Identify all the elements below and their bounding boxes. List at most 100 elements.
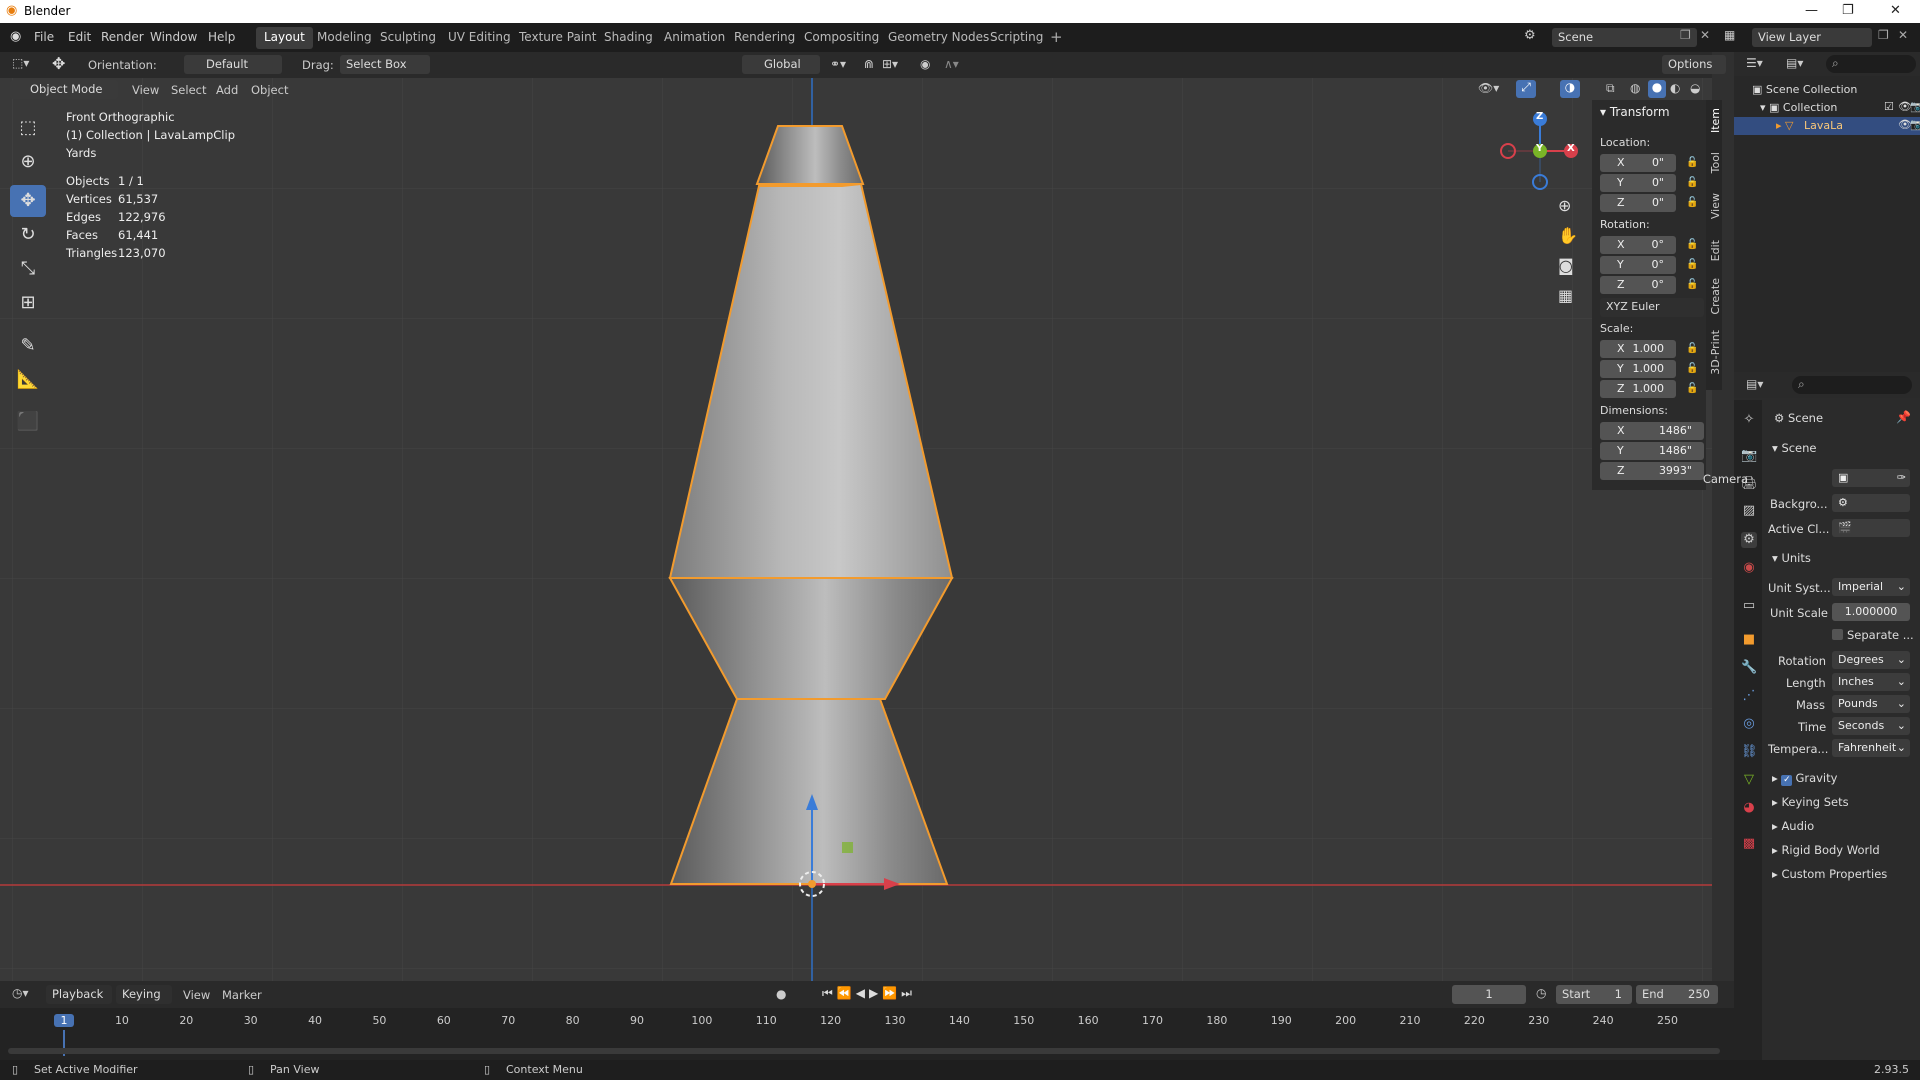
viewport-menu-view[interactable]: View xyxy=(132,83,159,97)
transform-orientation-dropdown[interactable]: Global xyxy=(742,55,820,74)
gravity-panel-header[interactable]: ▸ ✓ Gravity xyxy=(1772,771,1837,786)
tab-rendering[interactable]: Rendering xyxy=(726,27,803,49)
units-panel-header[interactable]: ▾ Units xyxy=(1772,551,1811,565)
keying-menu[interactable]: Keying xyxy=(116,985,172,1004)
texture-tab-icon[interactable]: ▩ xyxy=(1741,836,1757,852)
snap-icon[interactable]: ⋒ xyxy=(864,57,874,71)
maximize-icon[interactable]: ❐ xyxy=(1842,3,1854,18)
menu-window[interactable]: Window xyxy=(150,30,197,44)
audio-panel-header[interactable]: ▸ Audio xyxy=(1772,819,1814,833)
tab-scripting[interactable]: Scripting xyxy=(982,27,1051,49)
xray-icon[interactable]: ⧉ xyxy=(1606,81,1615,96)
drag-dropdown[interactable]: Select Box xyxy=(340,55,430,74)
select-box-tool-icon[interactable]: ⬚ xyxy=(10,112,46,144)
timeline-scrollbar[interactable] xyxy=(8,1048,1720,1054)
rotation-z-field[interactable]: Z 0° xyxy=(1600,276,1676,294)
transform-header[interactable]: ▾ Transform xyxy=(1600,105,1670,119)
lock-icon[interactable]: 🔓 xyxy=(1686,239,1698,251)
camera-icon[interactable]: 📷 xyxy=(1910,100,1920,113)
scale-x-field[interactable]: X 1.000 xyxy=(1600,340,1676,358)
active-clip-field[interactable]: 🎬 xyxy=(1832,519,1910,537)
properties-search-input[interactable]: ⌕ xyxy=(1792,376,1912,394)
temperature-dropdown[interactable]: Fahrenheit ⌄ xyxy=(1832,739,1910,757)
visibility-icon[interactable]: 👁▾ xyxy=(1478,81,1499,95)
cursor-tool-icon[interactable]: ⊕ xyxy=(10,146,46,178)
overlay-toggle-icon[interactable]: ◑ xyxy=(1560,80,1580,98)
render-tab-icon[interactable]: 📷 xyxy=(1741,448,1757,464)
tab-3d-print[interactable]: 3D-Print xyxy=(1709,330,1722,375)
lock-icon[interactable]: 🔓 xyxy=(1686,197,1698,209)
viewport-menu-select[interactable]: Select xyxy=(171,83,206,97)
gizmo-toggle-icon[interactable]: ⤢ xyxy=(1516,80,1536,98)
lock-icon[interactable]: 🔓 xyxy=(1686,157,1698,169)
new-scene-icon[interactable]: ❐ xyxy=(1680,28,1691,42)
blender-menu-icon[interactable]: ◉ xyxy=(10,29,21,44)
location-z-field[interactable]: Z 0" xyxy=(1600,194,1676,212)
delete-scene-icon[interactable]: ✕ xyxy=(1700,28,1710,42)
data-tab-icon[interactable]: ▽ xyxy=(1741,772,1757,788)
dimension-y-field[interactable]: Y 1486" xyxy=(1600,442,1704,460)
camera-view-icon[interactable]: ◙ xyxy=(1558,256,1574,275)
playhead-frame[interactable]: 1 xyxy=(54,1014,74,1027)
view-layer-field[interactable]: View Layer xyxy=(1752,28,1872,47)
view-layer-icon[interactable]: ▦ xyxy=(1724,28,1735,42)
menu-help[interactable]: Help xyxy=(208,30,235,44)
keying-sets-panel-header[interactable]: ▸ Keying Sets xyxy=(1772,795,1849,809)
tab-tool[interactable]: Tool xyxy=(1709,152,1722,173)
options-dropdown[interactable]: Options xyxy=(1662,55,1726,74)
camera-icon[interactable]: 📷 xyxy=(1910,118,1920,131)
constraints-tab-icon[interactable]: ⛓ xyxy=(1741,744,1758,760)
separate-units-checkbox[interactable]: Separate ... xyxy=(1832,628,1914,642)
tab-animation[interactable]: Animation xyxy=(656,27,733,49)
outliner-collection[interactable]: ▾ ▣ Collection xyxy=(1760,101,1837,114)
rotation-units-dropdown[interactable]: Degrees ⌄ xyxy=(1832,651,1910,669)
playback-menu[interactable]: Playback xyxy=(46,985,112,1004)
delete-view-layer-icon[interactable]: ✕ xyxy=(1898,28,1908,42)
lock-icon[interactable]: 🔓 xyxy=(1686,383,1698,395)
snap-target-icon[interactable]: ⊞▾ xyxy=(882,57,898,71)
rotation-y-field[interactable]: Y 0° xyxy=(1600,256,1676,274)
checkbox-icon[interactable]: ☑ xyxy=(1884,100,1894,113)
lock-icon[interactable]: 🔓 xyxy=(1686,279,1698,291)
tab-sculpting[interactable]: Sculpting xyxy=(372,27,444,49)
rotate-tool-icon[interactable]: ↻ xyxy=(10,219,46,251)
wireframe-shading-icon[interactable]: ◍ xyxy=(1630,81,1640,95)
location-x-field[interactable]: X 0" xyxy=(1600,154,1676,172)
tab-compositing[interactable]: Compositing xyxy=(796,27,887,49)
playback-controls[interactable]: ⏮⏪◀▶⏩⏭ xyxy=(822,986,916,1001)
solid-shading-icon[interactable]: ● xyxy=(1648,80,1666,98)
transform-tool-icon[interactable]: ⊞ xyxy=(10,287,46,319)
view-layer-tab-icon[interactable]: ▨ xyxy=(1741,503,1757,519)
particles-tab-icon[interactable]: ⋰ xyxy=(1741,688,1757,704)
move-tool-button-icon[interactable]: ✥ xyxy=(10,185,46,217)
close-icon[interactable]: ✕ xyxy=(1890,3,1901,18)
timeline-editor-icon[interactable]: ◷▾ xyxy=(12,986,29,1000)
annotate-tool-icon[interactable]: ✎ xyxy=(10,330,46,362)
object-tab-icon[interactable]: ■ xyxy=(1741,632,1757,648)
end-frame-field[interactable]: End 250 xyxy=(1636,985,1718,1004)
unit-scale-field[interactable]: 1.000000 xyxy=(1832,603,1910,621)
lock-icon[interactable]: 🔓 xyxy=(1686,177,1698,189)
add-workspace-icon[interactable]: + xyxy=(1050,28,1063,46)
pan-hand-icon[interactable]: ✋ xyxy=(1558,226,1578,245)
dimension-x-field[interactable]: X 1486" xyxy=(1600,422,1704,440)
physics-tab-icon[interactable]: ◎ xyxy=(1741,716,1757,732)
scene-field[interactable]: Scene xyxy=(1552,28,1697,47)
minimize-icon[interactable]: — xyxy=(1805,3,1818,18)
eyedropper-icon[interactable]: ✑ xyxy=(1897,471,1906,484)
camera-field[interactable]: ▣ ✑ xyxy=(1832,469,1910,487)
mass-dropdown[interactable]: Pounds ⌄ xyxy=(1832,695,1910,713)
mode-dropdown[interactable]: Object Mode xyxy=(10,80,118,99)
material-tab-icon[interactable]: ◕ xyxy=(1741,800,1757,816)
unit-system-dropdown[interactable]: Imperial ⌄ xyxy=(1832,578,1910,596)
display-mode-icon[interactable]: ▤▾ xyxy=(1786,56,1803,70)
start-frame-field[interactable]: Start 1 xyxy=(1556,985,1632,1004)
outliner-object-row[interactable]: ▸ ▽ LavaLa 👁 📷 xyxy=(1734,117,1920,135)
timeline-menu-marker[interactable]: Marker xyxy=(222,988,262,1002)
dimension-z-field[interactable]: Z 3993" xyxy=(1600,462,1704,480)
tab-shading[interactable]: Shading xyxy=(596,27,661,49)
editor-type-icon[interactable]: ⬚▾ xyxy=(12,56,29,70)
menu-render[interactable]: Render xyxy=(101,30,144,44)
clock-icon[interactable]: ◷ xyxy=(1536,986,1546,1000)
scene-tab-icon[interactable]: ⚙ xyxy=(1741,532,1757,548)
